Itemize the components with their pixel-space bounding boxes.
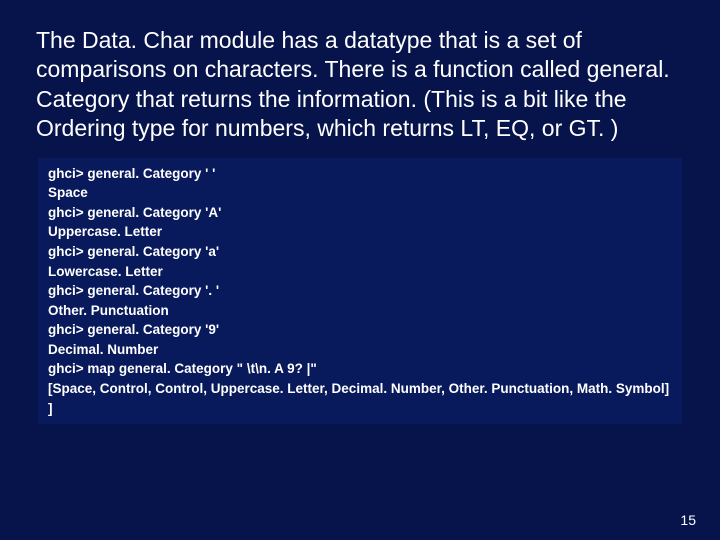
code-block: ghci> general. Category ' ' Space ghci> … <box>38 158 682 424</box>
slide-heading: The Data. Char module has a datatype tha… <box>36 26 680 144</box>
slide: The Data. Char module has a datatype tha… <box>0 0 720 540</box>
page-number: 15 <box>680 512 696 528</box>
